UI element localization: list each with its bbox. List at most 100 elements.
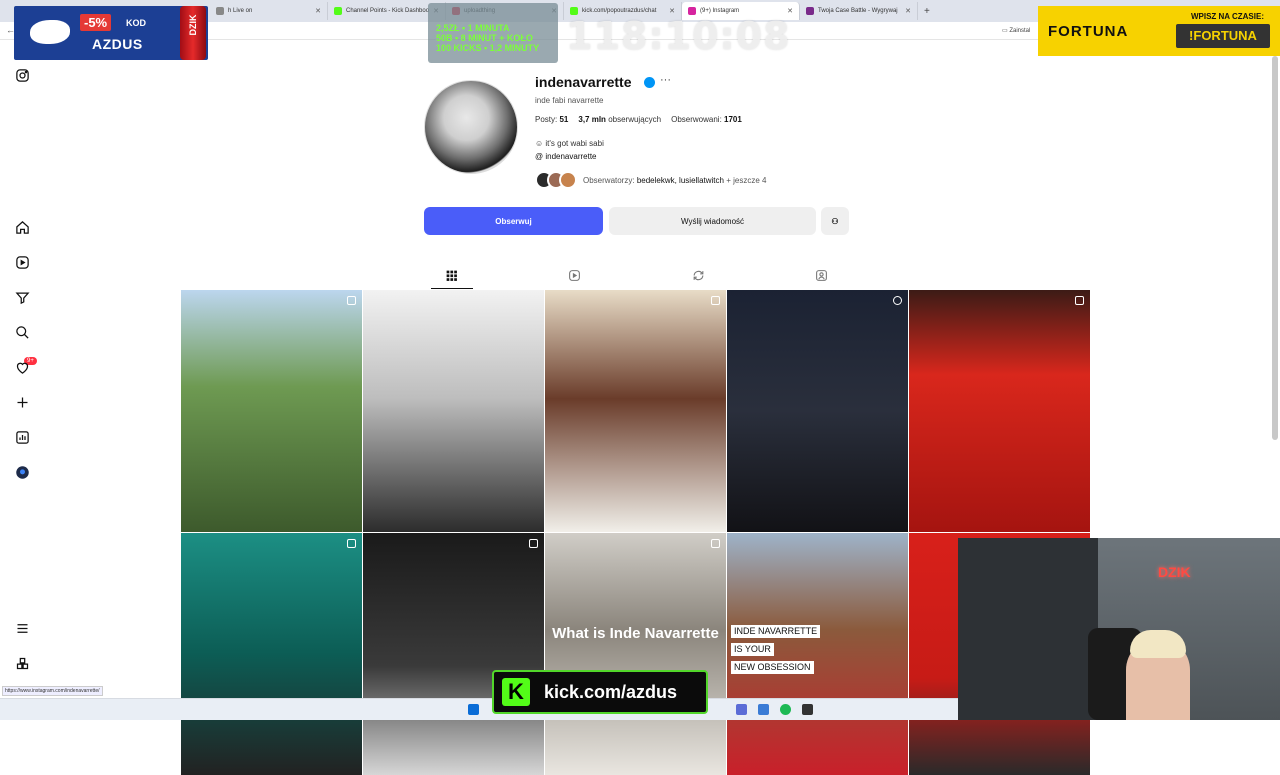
tab-posts[interactable] xyxy=(444,268,458,282)
new-tab-icon[interactable]: + xyxy=(924,6,930,17)
install-label: Zainstal xyxy=(1009,28,1031,34)
post-caption-line: NEW OBSESSION xyxy=(731,661,814,674)
can-text: DZIK xyxy=(188,14,198,36)
browser-tab[interactable]: Twoja Case Battle - Wygrywaj ✕ xyxy=(800,2,918,20)
post-tile[interactable]: INDE NAVARRETTE IS YOUR NEW OBSESSION xyxy=(727,533,908,775)
discount-badge: -5% xyxy=(80,14,112,31)
profile-full-name: inde fabi navarrette xyxy=(535,96,604,105)
reels-tab-icon xyxy=(568,269,580,281)
followed-by-text: Obserwatorzy: bedelekwk, lusiellatwitch … xyxy=(583,176,766,185)
reel-icon xyxy=(893,296,902,305)
following-label: Obserwowani: xyxy=(671,115,722,124)
terminal-icon[interactable] xyxy=(802,704,813,715)
fortuna-label: WPISZ NA CZASIE: xyxy=(1190,12,1264,21)
explore-icon[interactable] xyxy=(14,289,31,306)
posts-stat: Posty: 51 xyxy=(535,115,568,124)
carousel-icon xyxy=(347,296,356,305)
add-user-icon: ⚇ xyxy=(831,216,839,226)
apps-icon[interactable] xyxy=(14,655,31,672)
posts-count: 51 xyxy=(559,115,569,124)
home-icon[interactable] xyxy=(14,219,31,236)
dashboard-icon[interactable] xyxy=(14,429,31,446)
posts-label: Posty: xyxy=(535,115,558,124)
promo-code: AZDUS xyxy=(92,36,143,52)
post-tile[interactable] xyxy=(727,290,908,532)
webcam-overlay: DZIK xyxy=(958,538,1280,720)
donation-rates-overlay: 2,5ZŁ • 1 MINUTA 50B • 8 MINUT + KOŁO 10… xyxy=(428,3,558,63)
tab-reels[interactable] xyxy=(567,268,581,282)
followed-by-names: bedelekwk, lusiellatwitch xyxy=(636,175,724,185)
threads-handle: indenavarrette xyxy=(545,152,597,161)
scrollbar[interactable] xyxy=(1272,56,1278,440)
tab-label: Twoja Case Battle - Wygrywaj xyxy=(818,8,898,14)
post-tile[interactable] xyxy=(909,290,1090,532)
rate-line: 2,5ZŁ • 1 MINUTA xyxy=(436,23,510,33)
post-tile[interactable] xyxy=(363,533,544,775)
profile-icon[interactable] xyxy=(14,464,31,481)
browser-tab[interactable]: h Live on ✕ xyxy=(210,2,328,20)
post-tile[interactable] xyxy=(545,290,726,532)
create-icon[interactable] xyxy=(14,394,31,411)
emoji-icon: ☺ xyxy=(535,139,544,148)
start-icon[interactable] xyxy=(468,704,479,715)
followers-label: obserwujących xyxy=(608,115,662,124)
tagged-icon xyxy=(815,269,827,281)
avatar xyxy=(559,171,577,189)
carousel-icon xyxy=(711,296,720,305)
following-stat[interactable]: Obserwowani: 1701 xyxy=(671,115,742,124)
instagram-logo-icon[interactable] xyxy=(14,67,31,84)
tab-favicon xyxy=(806,7,814,15)
threads-icon: @ xyxy=(535,152,544,161)
threads-link[interactable]: @ indenavarrette xyxy=(535,152,597,161)
repost-icon xyxy=(693,270,703,280)
send-message-button[interactable]: Wyślij wiadomość xyxy=(609,207,816,235)
tab-label: Channel Points - Kick Dashboo xyxy=(346,8,430,14)
post-caption: What is Inde Navarrette xyxy=(552,625,719,642)
app-icon[interactable] xyxy=(758,704,769,715)
discord-icon[interactable] xyxy=(736,704,747,715)
kick-url: kick.com/azdus xyxy=(544,682,678,702)
menu-icon[interactable] xyxy=(14,620,31,637)
post-tile[interactable] xyxy=(181,533,362,775)
neon-sign: DZIK xyxy=(1158,564,1191,580)
kick-logo-icon: K xyxy=(502,678,530,706)
profile-bio: ☺ it's got wabi sabi xyxy=(535,139,604,148)
suggest-user-button[interactable]: ⚇ xyxy=(821,207,849,235)
reels-icon[interactable] xyxy=(14,254,31,271)
tab-favicon xyxy=(216,7,224,15)
post-tile[interactable]: What is Inde Navarrette xyxy=(545,533,726,775)
post-tile[interactable] xyxy=(181,290,362,532)
verified-badge-icon xyxy=(644,77,655,88)
following-count: 1701 xyxy=(724,115,742,124)
search-icon[interactable] xyxy=(14,324,31,341)
post-caption-line: IS YOUR xyxy=(731,643,774,656)
followers-stat[interactable]: 3,7 mln obserwujących xyxy=(578,115,661,124)
tab-reposts[interactable] xyxy=(691,268,705,282)
close-tab-icon[interactable]: ✕ xyxy=(315,7,321,15)
carousel-icon xyxy=(529,539,538,548)
tab-tagged[interactable] xyxy=(814,268,828,282)
instagram-sidebar: 9+ xyxy=(0,60,46,700)
fortuna-code: !FORTUNA xyxy=(1176,24,1270,48)
bio-text: it's got wabi sabi xyxy=(545,139,604,148)
promo-overlay: -5% KOD AZDUS DZIK xyxy=(14,6,208,60)
streamer-hair xyxy=(1130,630,1186,658)
heart-icon[interactable] xyxy=(14,359,31,376)
code-label: KOD xyxy=(126,18,146,28)
post-caption-line: INDE NAVARRETTE xyxy=(731,625,821,638)
kick-overlay: K kick.com/azdus xyxy=(492,670,708,714)
fortuna-logo: FORTUNA xyxy=(1048,23,1129,40)
active-tab-indicator xyxy=(431,288,473,289)
install-app-button[interactable]: ▭ Zainstal xyxy=(1002,27,1030,34)
followed-by[interactable]: Obserwatorzy: bedelekwk, lusiellatwitch … xyxy=(535,170,766,190)
profile-avatar[interactable] xyxy=(424,80,518,174)
close-tab-icon[interactable]: ✕ xyxy=(905,7,911,15)
spotify-icon[interactable] xyxy=(780,704,791,715)
grid-icon xyxy=(446,270,457,281)
posts-grid: What is Inde Navarrette INDE NAVARRETTE … xyxy=(181,290,1091,775)
status-url: https://www.instagram.com/indenavarrette… xyxy=(2,686,103,696)
follow-button[interactable]: Obserwuj xyxy=(424,207,603,235)
more-options-icon[interactable]: ··· xyxy=(660,74,671,86)
post-tile[interactable] xyxy=(363,290,544,532)
shelf xyxy=(958,538,1098,720)
